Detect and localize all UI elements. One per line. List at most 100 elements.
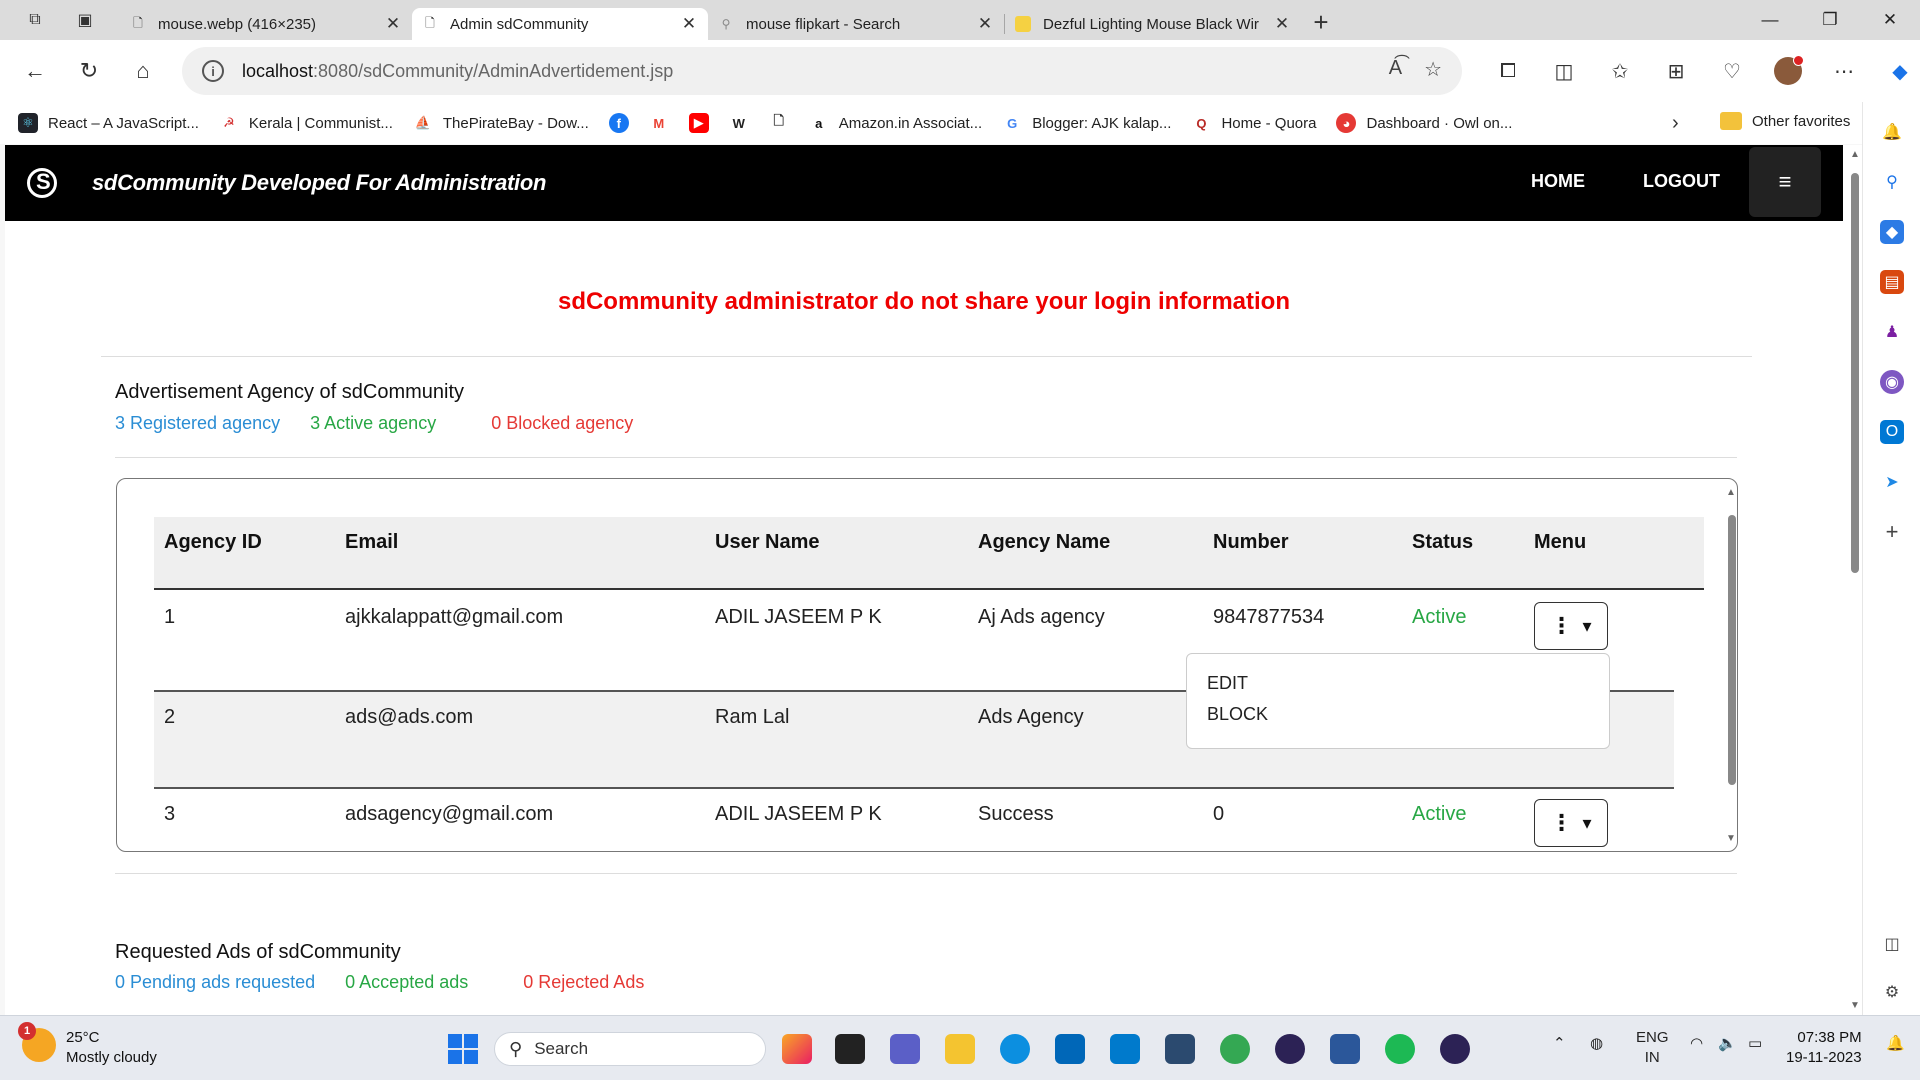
rejected-ads-link[interactable]: 0 Rejected Ads (523, 972, 644, 993)
eclipse-icon[interactable] (1440, 1034, 1470, 1064)
wikipedia-icon[interactable]: W (729, 113, 749, 133)
battery-icon[interactable]: ▭ (1748, 1034, 1762, 1052)
nav-logout-link[interactable]: LOGOUT (1643, 171, 1720, 192)
tab-actions-menu-icon[interactable]: ▣ (74, 9, 96, 31)
task-view-icon[interactable] (835, 1034, 865, 1064)
other-favorites[interactable]: Other favorites (1720, 112, 1850, 130)
eclipse-icon[interactable] (1275, 1034, 1305, 1064)
close-tab-icon[interactable]: ✕ (680, 14, 698, 34)
chevron-right-icon[interactable]: › (1672, 112, 1679, 135)
windows-start-icon[interactable] (448, 1034, 478, 1064)
bookmark-quora[interactable]: Q Home - Quora (1191, 113, 1316, 133)
language-indicator[interactable]: ENG IN (1636, 1028, 1669, 1068)
accepted-ads-link[interactable]: 0 Accepted ads (345, 972, 468, 993)
bookmark-amazon-associates[interactable]: a Amazon.in Associat... (809, 113, 982, 133)
outlook-icon[interactable]: O (1880, 420, 1904, 444)
word-icon[interactable] (1330, 1034, 1360, 1064)
bell-icon[interactable]: 🔔 (1880, 120, 1904, 144)
split-screen-icon[interactable]: ◫ (1536, 59, 1592, 84)
bookmark-piratebay[interactable]: ⛵ ThePirateBay - Dow... (413, 113, 589, 133)
back-icon[interactable]: ← (8, 51, 62, 91)
close-tab-icon[interactable]: ✕ (384, 14, 402, 34)
favorites-icon[interactable]: ✩ (1592, 59, 1648, 84)
copilot-app-icon[interactable] (782, 1034, 812, 1064)
pending-ads-link[interactable]: 0 Pending ads requested (115, 972, 315, 993)
settings-more-icon[interactable]: ⋯ (1816, 59, 1872, 84)
edit-menu-item[interactable]: EDIT (1187, 668, 1609, 699)
tab-admin-sdcommunity[interactable]: 🗋 Admin sdCommunity ✕ (412, 8, 708, 40)
favorite-star-icon[interactable]: ☆ (1424, 57, 1442, 82)
chrome-icon[interactable] (1220, 1034, 1250, 1064)
send-icon[interactable]: ➤ (1880, 470, 1904, 494)
site-info-icon[interactable]: i (202, 60, 224, 82)
tab-mouse-webp[interactable]: 🗋 mouse.webp (416×235) ✕ (120, 8, 412, 40)
browser-essentials-icon[interactable]: ♡ (1704, 59, 1760, 84)
blocked-agency-link[interactable]: 0 Blocked agency (491, 413, 633, 434)
gmail-icon[interactable]: M (649, 113, 669, 133)
row-menu-button[interactable]: ⋮ ▾ (1534, 602, 1608, 650)
add-icon[interactable]: + (1880, 519, 1904, 544)
file-explorer-icon[interactable] (945, 1034, 975, 1064)
collections-icon[interactable]: ⊞ (1648, 59, 1704, 84)
search-icon[interactable]: ⚲ (1880, 170, 1904, 194)
close-tab-icon[interactable]: ✕ (976, 14, 994, 34)
weather-widget[interactable]: 1 25°C Mostly cloudy (18, 1022, 157, 1068)
scroll-up-icon[interactable]: ▲ (1850, 149, 1860, 160)
scrollbar-thumb[interactable] (1851, 173, 1859, 573)
scroll-up-icon[interactable]: ▲ (1726, 487, 1736, 498)
scroll-down-icon[interactable]: ▼ (1850, 1000, 1860, 1011)
url-text[interactable]: localhost:8080/sdCommunity/AdminAdvertid… (242, 61, 673, 82)
read-aloud-icon[interactable]: A͡ (1389, 57, 1402, 82)
agency-table-container[interactable]: Agency ID Email User Name Agency Name Nu… (116, 478, 1738, 852)
microsoft-365-icon[interactable]: ◉ (1880, 370, 1904, 394)
copilot-icon[interactable]: ◆ (1872, 59, 1920, 84)
games-icon[interactable]: ♟ (1880, 320, 1904, 344)
logo-icon[interactable] (27, 168, 57, 198)
edge-icon[interactable] (1000, 1034, 1030, 1064)
minimize-icon[interactable]: — (1740, 0, 1800, 40)
facebook-icon[interactable]: f (608, 113, 629, 133)
restore-icon[interactable]: ❐ (1800, 0, 1860, 40)
active-agency-link[interactable]: 3 Active agency (310, 413, 436, 434)
network-globe-icon[interactable]: ◍ (1590, 1034, 1603, 1052)
tab-dezful-mouse[interactable]: Dezful Lighting Mouse Black Wir ✕ (1005, 8, 1301, 40)
toolbox-icon[interactable]: ▤ (1880, 270, 1904, 294)
chevron-up-icon[interactable]: ⌃ (1553, 1034, 1566, 1052)
shopping-tag-icon[interactable]: ◆ (1880, 220, 1904, 244)
page-scrollbar[interactable]: ▲ ▼ (1848, 145, 1862, 1015)
taskbar-search[interactable]: ⚲ Search (494, 1032, 766, 1066)
address-bar[interactable]: i localhost:8080/sdCommunity/AdminAdvert… (182, 47, 1462, 95)
teams-icon[interactable] (890, 1034, 920, 1064)
close-tab-icon[interactable]: ✕ (1273, 14, 1291, 34)
nav-home-link[interactable]: HOME (1531, 171, 1585, 192)
tab-mouse-flipkart-search[interactable]: ⚲ mouse flipkart - Search ✕ (708, 8, 1004, 40)
system-clock[interactable]: 07:38 PM 19-11-2023 (1786, 1028, 1862, 1068)
notifications-bell-icon[interactable]: 🔔 (1886, 1034, 1905, 1052)
vscode-icon[interactable] (1110, 1034, 1140, 1064)
hamburger-menu-icon[interactable]: ≡ (1749, 147, 1821, 217)
bookmark-react[interactable]: ⚛ React – A JavaScript... (18, 113, 199, 133)
document-icon[interactable]: 🗋 (769, 113, 789, 133)
bookmark-owl[interactable]: ◕ Dashboard · Owl on... (1336, 113, 1512, 133)
spotify-icon[interactable] (1385, 1034, 1415, 1064)
gear-icon[interactable]: ⚙ (1880, 980, 1904, 1004)
speaker-icon[interactable]: 🔈 (1718, 1034, 1737, 1052)
close-window-icon[interactable]: ✕ (1860, 0, 1920, 40)
app-icon[interactable] (1165, 1034, 1195, 1064)
home-icon[interactable]: ⌂ (116, 51, 170, 91)
profile-avatar[interactable] (1760, 55, 1816, 85)
wifi-icon[interactable]: ◠ (1690, 1034, 1703, 1052)
block-menu-item[interactable]: BLOCK (1187, 699, 1609, 730)
scroll-down-icon[interactable]: ▼ (1726, 833, 1736, 844)
store-icon[interactable] (1055, 1034, 1085, 1064)
table-scrollbar[interactable]: ▲ ▼ (1725, 487, 1737, 847)
site-brand[interactable]: sdCommunity Developed For Administration (92, 170, 546, 196)
scrollbar-thumb[interactable] (1728, 515, 1736, 785)
bookmark-blogger[interactable]: G Blogger: AJK kalap... (1002, 113, 1171, 133)
youtube-icon[interactable]: ▶ (688, 113, 709, 133)
new-tab-button[interactable]: + (1301, 7, 1341, 38)
workspaces-icon[interactable]: ⧉ (24, 9, 46, 31)
row-menu-button[interactable]: ⋮ ▾ (1534, 799, 1608, 847)
bookmark-kerala[interactable]: ☭ Kerala | Communist... (219, 113, 393, 133)
sidebar-layout-icon[interactable]: ◫ (1880, 932, 1904, 956)
